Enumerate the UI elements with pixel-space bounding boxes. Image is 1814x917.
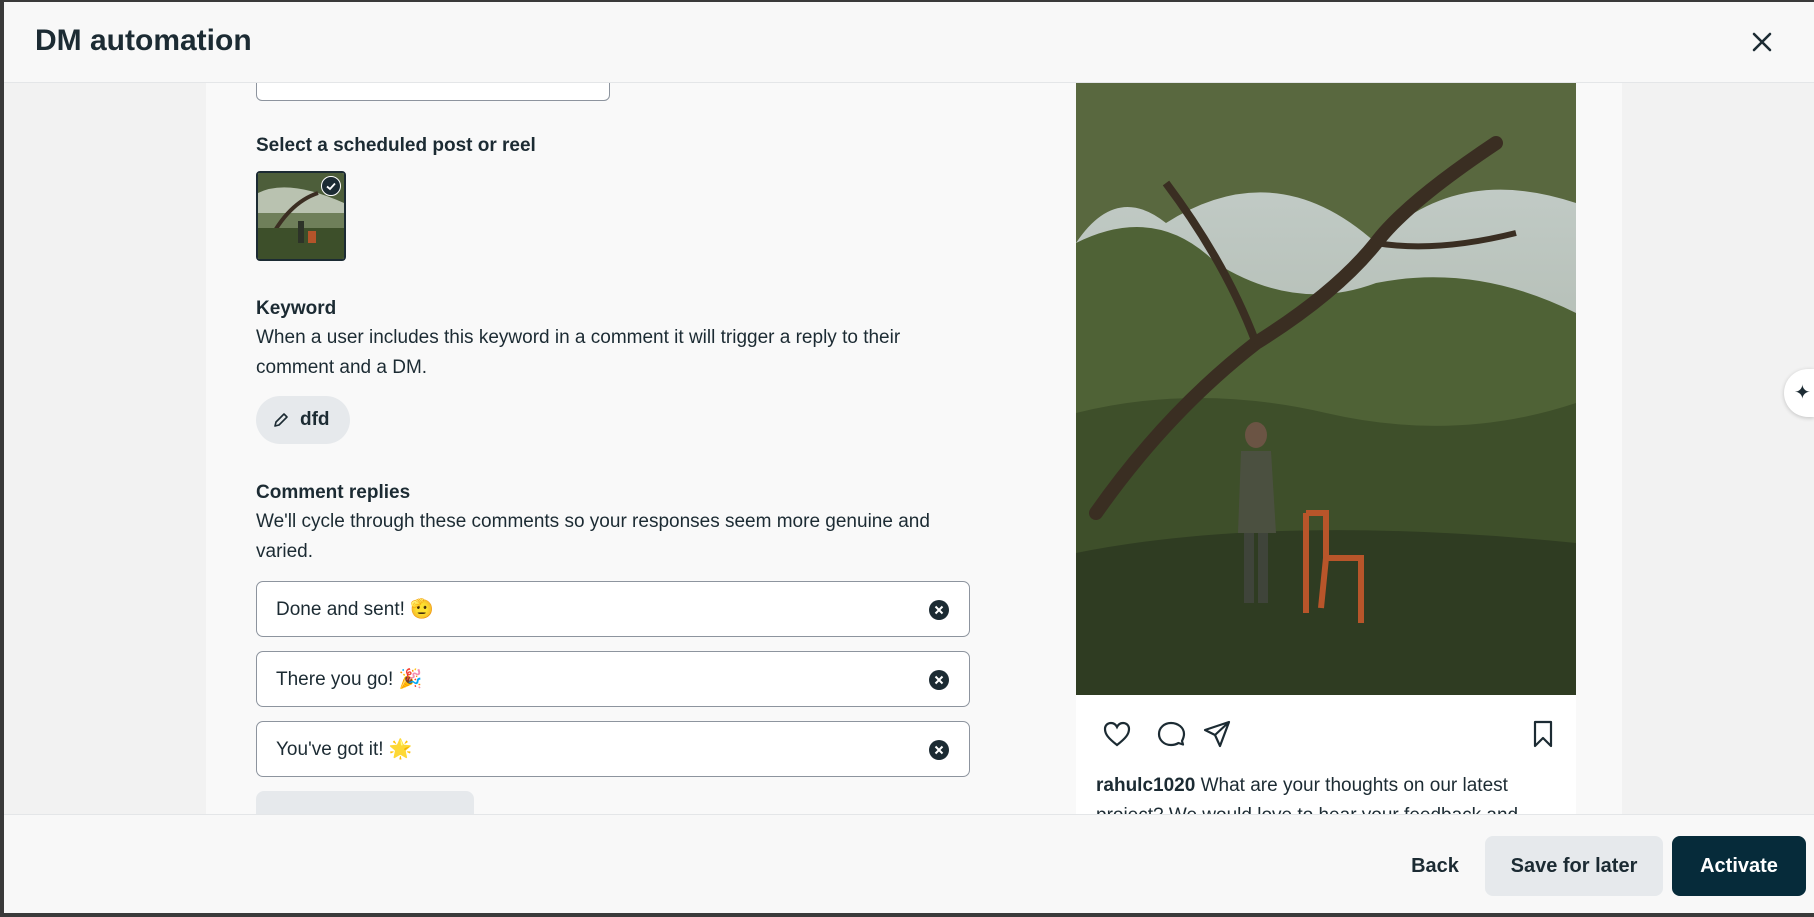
comment-replies-description: We'll cycle through these comments so yo… <box>256 511 930 562</box>
comment-reply-field[interactable]: You've got it! 🌟 <box>256 721 970 777</box>
modal-footer: Back Save for later Activate <box>4 814 1814 913</box>
post-username: rahulc1020 <box>1096 775 1196 796</box>
add-reply-button[interactable] <box>256 791 474 814</box>
modal-header: DM automation <box>4 2 1814 83</box>
remove-icon[interactable] <box>929 600 949 620</box>
keyword-chip[interactable]: dfd <box>256 396 350 444</box>
close-button[interactable] <box>1744 24 1780 60</box>
back-button[interactable]: Back <box>1382 836 1488 896</box>
comment-reply-text: There you go! 🎉 <box>276 669 423 690</box>
keyword-label: Keyword <box>256 298 337 319</box>
save-for-later-button[interactable]: Save for later <box>1485 836 1663 896</box>
comment-reply-text: Done and sent! 🫡 <box>276 599 434 620</box>
heart-icon[interactable] <box>1102 719 1132 749</box>
content-panel: Select a scheduled post or reel Keyword … <box>206 83 1622 814</box>
comment-reply-field[interactable]: Done and sent! 🫡 <box>256 581 970 637</box>
post-caption: rahulc1020 What are your thoughts on our… <box>1096 771 1558 814</box>
sparkle-icon: ✦ <box>1794 382 1811 404</box>
post-preview: rahulc1020 What are your thoughts on our… <box>1076 83 1576 814</box>
selected-check-icon <box>321 176 341 196</box>
close-icon <box>1752 32 1772 52</box>
keyword-description: When a user includes this keyword in a c… <box>256 327 901 378</box>
dm-automation-modal: DM automation Select a scheduled post or… <box>4 2 1814 913</box>
modal-body: Select a scheduled post or reel Keyword … <box>4 83 1814 814</box>
post-actions <box>1076 695 1576 765</box>
previous-field[interactable] <box>256 83 610 101</box>
comment-reply-text: You've got it! 🌟 <box>276 739 413 760</box>
share-icon[interactable] <box>1202 719 1232 749</box>
activate-button[interactable]: Activate <box>1672 836 1806 896</box>
comment-reply-field[interactable]: There you go! 🎉 <box>256 651 970 707</box>
keyword-value: dfd <box>300 409 330 430</box>
remove-icon[interactable] <box>929 740 949 760</box>
comment-replies-label: Comment replies <box>256 482 411 503</box>
page-title: DM automation <box>35 24 252 57</box>
post-select-label: Select a scheduled post or reel <box>256 135 536 156</box>
bookmark-icon[interactable] <box>1528 719 1558 749</box>
comment-icon[interactable] <box>1156 719 1186 749</box>
remove-icon[interactable] <box>929 670 949 690</box>
post-thumbnail[interactable] <box>256 171 346 261</box>
pencil-icon <box>274 413 288 427</box>
side-assistant-button[interactable]: ✦ <box>1784 369 1814 417</box>
post-image <box>1076 83 1576 695</box>
